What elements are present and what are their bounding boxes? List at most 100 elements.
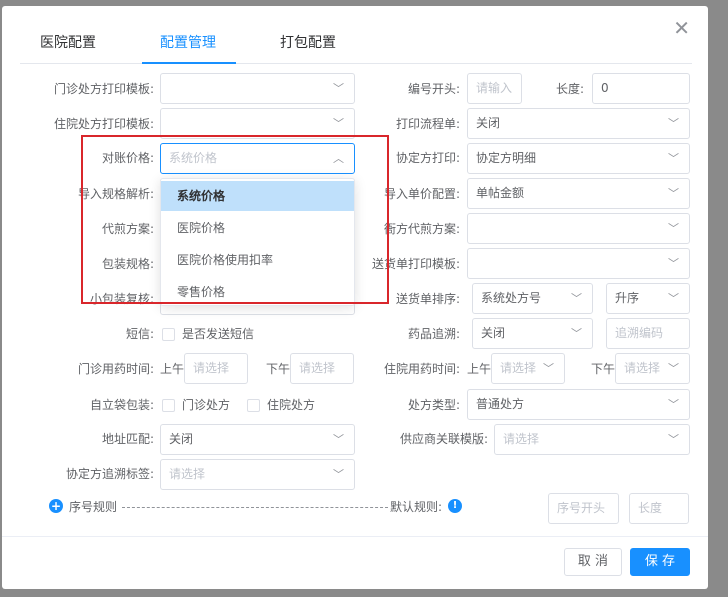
clinic-am-label: 上午	[160, 362, 185, 376]
serial-rule-label: 序号规则	[69, 500, 118, 514]
info-icon[interactable]: !	[448, 499, 462, 513]
chevron-down-icon: ﹀	[333, 433, 344, 446]
chevron-down-icon: ﹀	[333, 82, 344, 95]
dropdown-option-retail-price[interactable]: 零售价格	[161, 277, 354, 307]
number-prefix-label: 编号开头:	[407, 82, 460, 96]
clinic-pm-placeholder: 请选择	[299, 361, 336, 375]
inpatient-pm-select[interactable]: 请选择 ﹀	[615, 353, 690, 384]
drug-trace-select[interactable]: 关闭 ﹀	[472, 318, 593, 349]
chevron-down-icon: ﹀	[668, 433, 679, 446]
chevron-up-icon: ︿	[333, 152, 344, 165]
chevron-down-icon: ﹀	[571, 292, 582, 305]
rx-type-value: 普通处方	[476, 397, 525, 411]
chevron-down-icon: ﹀	[668, 222, 679, 235]
supplier-template-select[interactable]: 请选择 ﹀	[494, 424, 690, 455]
chevron-down-icon: ﹀	[668, 187, 679, 200]
length-value: 0	[601, 81, 609, 95]
active-tab-indicator	[142, 62, 236, 64]
import-spec-parse-label: 导入规格解析:	[77, 187, 154, 201]
save-button[interactable]: 保 存	[630, 548, 690, 576]
inpatient-am-label: 上午	[467, 362, 492, 376]
reconcile-price-dropdown: 系统价格 医院价格 医院价格使用扣率 零售价格	[160, 178, 355, 306]
drug-trace-label: 药品追溯:	[407, 327, 460, 341]
sort-order-select[interactable]: 升序 ﹀	[606, 283, 690, 314]
delivery-sort-value: 系统处方号	[481, 291, 542, 305]
clinic-print-template-select[interactable]: ﹀	[160, 73, 355, 104]
tab-hospital-config[interactable]: 医院配置	[40, 32, 96, 52]
small-pack-review-label: 小包装复核:	[89, 292, 154, 306]
clinic-decoct-plan-select[interactable]: ﹀	[467, 213, 690, 244]
reconcile-price-placeholder: 系统价格	[169, 151, 218, 165]
tab-config-management[interactable]: 配置管理	[160, 32, 216, 52]
chevron-down-icon: ﹀	[668, 362, 679, 375]
address-match-value: 关闭	[169, 432, 194, 446]
trace-code-input[interactable]: 追溯编码	[606, 318, 690, 349]
package-spec-label: 包装规格:	[101, 257, 154, 271]
inpatient-pm-placeholder: 请选择	[624, 361, 661, 375]
dropdown-option-hospital-discount[interactable]: 医院价格使用扣率	[161, 245, 354, 275]
reconcile-price-label: 对账价格:	[101, 151, 154, 165]
print-flow-value: 关闭	[476, 116, 501, 130]
dropdown-option-system-price[interactable]: 系统价格	[161, 181, 354, 211]
clinic-rx-checkbox-label: 门诊处方	[182, 398, 231, 412]
cancel-button[interactable]: 取 消	[564, 548, 622, 576]
tab-package-config[interactable]: 打包配置	[280, 32, 336, 52]
print-flow-select[interactable]: 关闭 ﹀	[467, 108, 690, 139]
serial-length-placeholder: 长度	[638, 501, 663, 515]
import-unit-price-value: 单帖金额	[476, 186, 525, 200]
trace-code-placeholder: 追溯编码	[615, 326, 664, 340]
tab-bar: 医院配置 配置管理 打包配置	[20, 28, 692, 64]
sms-checkbox[interactable]	[162, 328, 175, 341]
rx-type-select[interactable]: 普通处方 ﹀	[467, 389, 690, 420]
agreement-print-value: 协定方明细	[476, 151, 537, 165]
delivery-sort-select[interactable]: 系统处方号 ﹀	[472, 283, 593, 314]
plus-circle-icon[interactable]: +	[49, 499, 63, 513]
agreement-trace-tag-select[interactable]: 请选择 ﹀	[160, 459, 355, 490]
chevron-down-icon: ﹀	[333, 117, 344, 130]
print-flow-label: 打印流程单:	[395, 117, 460, 131]
chevron-down-icon: ﹀	[668, 257, 679, 270]
clinic-pm-select[interactable]: 请选择	[290, 353, 354, 384]
import-unit-price-label: 导入单价配置:	[383, 187, 460, 201]
chevron-down-icon: ﹀	[668, 117, 679, 130]
chevron-down-icon: ﹀	[668, 398, 679, 411]
sms-label: 短信:	[125, 327, 154, 341]
footer-divider	[2, 536, 708, 537]
clinic-am-placeholder: 请选择	[193, 361, 230, 375]
delivery-sort-label: 送货单排序:	[395, 292, 460, 306]
chevron-down-icon: ﹀	[543, 362, 554, 375]
default-rule-label: 默认规则:	[390, 500, 443, 514]
supplier-template-label: 供应商关联模版:	[399, 432, 488, 446]
delivery-print-template-label: 送货单打印模板:	[371, 257, 460, 271]
decoct-plan-label: 代煎方案:	[101, 222, 154, 236]
dropdown-option-hospital-price[interactable]: 医院价格	[161, 213, 354, 243]
clinic-am-select[interactable]: 请选择	[184, 353, 248, 384]
chevron-down-icon: ﹀	[333, 468, 344, 481]
reconcile-price-select[interactable]: 系统价格 ︿	[160, 143, 355, 174]
number-prefix-input[interactable]: 请输入	[467, 73, 522, 104]
serial-start-input[interactable]: 序号开头	[548, 493, 619, 524]
address-match-select[interactable]: 关闭 ﹀	[160, 424, 355, 455]
import-unit-price-select[interactable]: 单帖金额 ﹀	[467, 178, 690, 209]
clinic-pm-label: 下午	[266, 362, 291, 376]
chevron-down-icon: ﹀	[668, 152, 679, 165]
inpatient-med-time-label: 住院用药时间:	[383, 362, 460, 376]
rx-type-label: 处方类型:	[407, 398, 460, 412]
sms-checkbox-label: 是否发送短信	[182, 327, 255, 341]
clinic-print-template-label: 门诊处方打印模板:	[53, 82, 154, 96]
clinic-rx-checkbox[interactable]	[162, 399, 175, 412]
serial-length-input[interactable]: 长度	[629, 493, 689, 524]
length-input[interactable]: 0	[592, 73, 690, 104]
inpatient-print-template-select[interactable]: ﹀	[160, 108, 355, 139]
agreement-print-select[interactable]: 协定方明细 ﹀	[467, 143, 690, 174]
drug-trace-value: 关闭	[481, 326, 506, 340]
agreement-trace-tag-placeholder: 请选择	[169, 467, 206, 481]
inpatient-pm-label: 下午	[591, 362, 616, 376]
inpatient-am-select[interactable]: 请选择 ﹀	[491, 353, 565, 384]
supplier-template-placeholder: 请选择	[503, 432, 540, 446]
chevron-down-icon: ﹀	[668, 292, 679, 305]
inpatient-rx-checkbox[interactable]	[247, 399, 260, 412]
delivery-print-template-select[interactable]: ﹀	[467, 248, 690, 279]
inpatient-rx-checkbox-label: 住院处方	[267, 398, 316, 412]
agreement-trace-tag-label: 协定方追溯标签:	[65, 467, 154, 481]
